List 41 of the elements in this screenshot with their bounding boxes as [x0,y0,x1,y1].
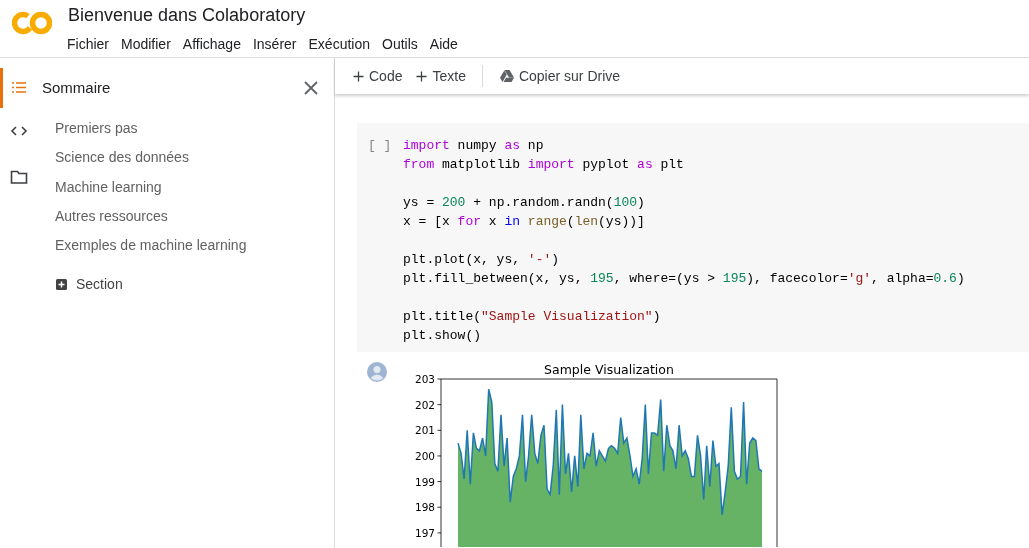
close-icon[interactable] [303,80,319,96]
drive-icon [499,70,514,82]
logo-icon [12,11,52,35]
notebook-title[interactable]: Bienvenue dans Colaboratory [68,4,464,26]
tick-label: 201 [414,424,435,437]
avatar-icon [367,362,387,382]
tick-label: 198 [414,501,435,514]
code-line: import numpy as np [403,137,544,155]
menu-item[interactable]: Exécution [302,33,376,56]
chart-title: Sample Visualization [544,362,674,377]
plus-icon [353,70,364,82]
tick-label: 197 [414,526,435,539]
code-line: plt.plot(x, ys, '-') [403,251,560,269]
menu-item[interactable]: Modifier [115,33,177,56]
menu-item[interactable]: Outils [376,33,424,56]
sidebar-title: Sommaire [42,77,111,98]
add-text-button[interactable]: Texte [416,62,466,90]
sidebar-item[interactable]: Premiers pas [55,118,138,148]
menu-item[interactable]: Fichier [67,33,115,56]
menu-item[interactable]: Insérer [246,33,303,56]
add-code-button[interactable]: Code [353,62,403,90]
tick-label: 199 [414,475,435,488]
tick-label: 203 [414,373,435,385]
tick-label: 202 [414,398,435,411]
code-line: ys = 200 + np.random.randn(100) [403,194,645,212]
code-line: plt.fill_between(x, ys, 195, where=(ys > 195), facecolor='g', alpha=0.6) [403,270,965,288]
code-line: x = [x for x in range(len(ys))] [403,213,645,231]
menu-item[interactable]: Affichage [176,33,247,56]
sidebar-item[interactable]: Autres ressources [55,205,168,236]
code-line: plt.title("Sample Visualization") [403,308,661,326]
tick-label: 200 [414,449,435,462]
sidebar-item[interactable]: Exemples de machine learning [55,235,247,265]
add-icon [56,279,67,291]
sidebar-item[interactable]: Science des données [55,147,189,177]
code-line: plt.show() [403,327,481,345]
add-section-link[interactable]: Section [56,274,123,296]
code-line: from matplotlib import pyplot as plt [403,156,684,174]
menu-item[interactable]: Aide [423,33,464,56]
sidebar-item[interactable]: Machine learning [55,176,162,206]
copy-to-drive-button[interactable]: Copier sur Drive [499,62,621,90]
plus-icon [416,70,428,82]
